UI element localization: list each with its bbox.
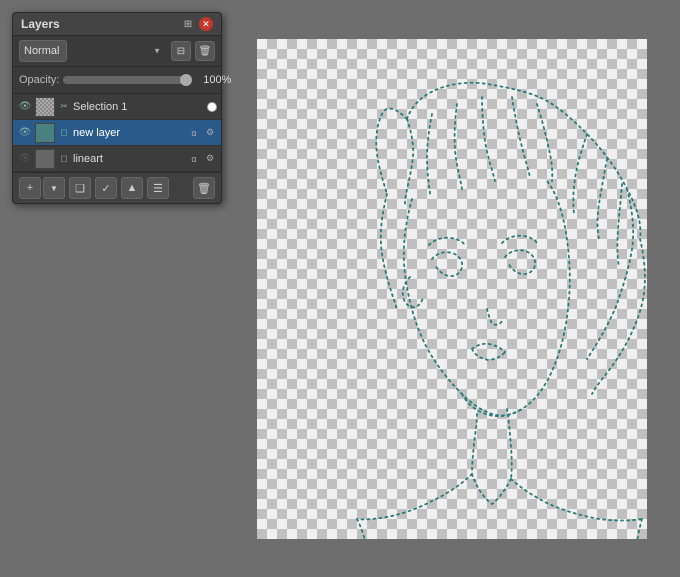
layer-thumb-selection1 <box>35 97 55 117</box>
layer-thumb-lineart <box>35 149 55 169</box>
layer-item-lineart[interactable]: 👁 ◻ lineart α ⚙ <box>13 146 221 172</box>
layer-item-selection1[interactable]: 👁 ✂ Selection 1 <box>13 94 221 120</box>
move-layer-up-button[interactable]: ▲ <box>121 177 143 199</box>
layers-list: 👁 ✂ Selection 1 👁 ◻ new layer α ⚙ 👁 ◻ li… <box>13 94 221 172</box>
layer-badge-alpha: α <box>187 126 201 140</box>
blend-select-wrapper: Normal Multiply Screen Overlay ▼ <box>19 40 165 62</box>
blend-icons: ⊟ 🗑 <box>171 41 215 61</box>
layer-visibility-lineart[interactable]: 👁 <box>17 151 33 167</box>
add-layer-button[interactable]: + <box>19 177 41 199</box>
layer-visibility-new-layer[interactable]: 👁 <box>17 125 33 141</box>
blend-mode-select[interactable]: Normal Multiply Screen Overlay <box>19 40 67 62</box>
opacity-value: 100% <box>196 74 231 86</box>
layers-panel: Layers ⊞ ✕ Normal Multiply Screen Overla… <box>12 12 222 204</box>
face-drawing-svg: .stroke { fill: none; stroke: #2a7a7a; s… <box>257 39 647 539</box>
panel-filter-icon[interactable]: ⊞ <box>181 17 195 31</box>
canvas-wrapper: .stroke { fill: none; stroke: #2a7a7a; s… <box>257 39 647 539</box>
blend-mode-row: Normal Multiply Screen Overlay ▼ ⊟ 🗑 <box>13 36 221 67</box>
layer-name-new-layer: new layer <box>73 127 187 139</box>
layer-type-icon-new-layer: ◻ <box>57 126 71 140</box>
layer-badge-alpha-lineart: α <box>187 152 201 166</box>
layer-badges-new-layer: α ⚙ <box>187 126 217 140</box>
blend-chevron-icon: ▼ <box>153 47 161 56</box>
opacity-slider[interactable] <box>63 76 192 84</box>
titlebar-icons: ⊞ ✕ <box>181 17 213 31</box>
layer-badge-gear[interactable]: ⚙ <box>203 126 217 140</box>
panel-titlebar: Layers ⊞ ✕ <box>13 13 221 36</box>
layer-name-lineart: lineart <box>73 153 187 165</box>
layer-badges-selection1 <box>207 102 217 112</box>
duplicate-layer-button[interactable]: ❑ <box>69 177 91 199</box>
canvas-drawing: .stroke { fill: none; stroke: #2a7a7a; s… <box>257 39 647 539</box>
add-layer-chevron-button[interactable]: ▼ <box>43 177 65 199</box>
layer-type-icon-lineart: ◻ <box>57 152 71 166</box>
opacity-row: Opacity: 100% 🗑 <box>13 67 221 94</box>
opacity-label: Opacity: <box>19 74 59 86</box>
layer-badges-lineart: α ⚙ <box>187 152 217 166</box>
panel-title: Layers <box>21 17 60 31</box>
delete-layer-button[interactable]: 🗑 <box>193 177 215 199</box>
layer-visibility-selection1[interactable]: 👁 <box>17 99 33 115</box>
layer-white-dot-selection1 <box>207 102 217 112</box>
trash-icon-button[interactable]: 🗑 <box>195 41 215 61</box>
panel-close-button[interactable]: ✕ <box>199 17 213 31</box>
filter-icon-button[interactable]: ⊟ <box>171 41 191 61</box>
layer-badge-gear-lineart[interactable]: ⚙ <box>203 152 217 166</box>
panel-toolbar: + ▼ ❑ ✓ ▲ ☰ 🗑 <box>13 172 221 203</box>
layer-menu-button[interactable]: ☰ <box>147 177 169 199</box>
canvas-area: .stroke { fill: none; stroke: #2a7a7a; s… <box>235 12 668 565</box>
layer-item-new-layer[interactable]: 👁 ◻ new layer α ⚙ <box>13 120 221 146</box>
toolbar-add-group: + ▼ <box>19 177 65 199</box>
check-layer-button[interactable]: ✓ <box>95 177 117 199</box>
layer-thumb-new-layer <box>35 123 55 143</box>
layer-type-icon-selection1: ✂ <box>57 100 71 114</box>
layer-name-selection1: Selection 1 <box>73 101 207 113</box>
